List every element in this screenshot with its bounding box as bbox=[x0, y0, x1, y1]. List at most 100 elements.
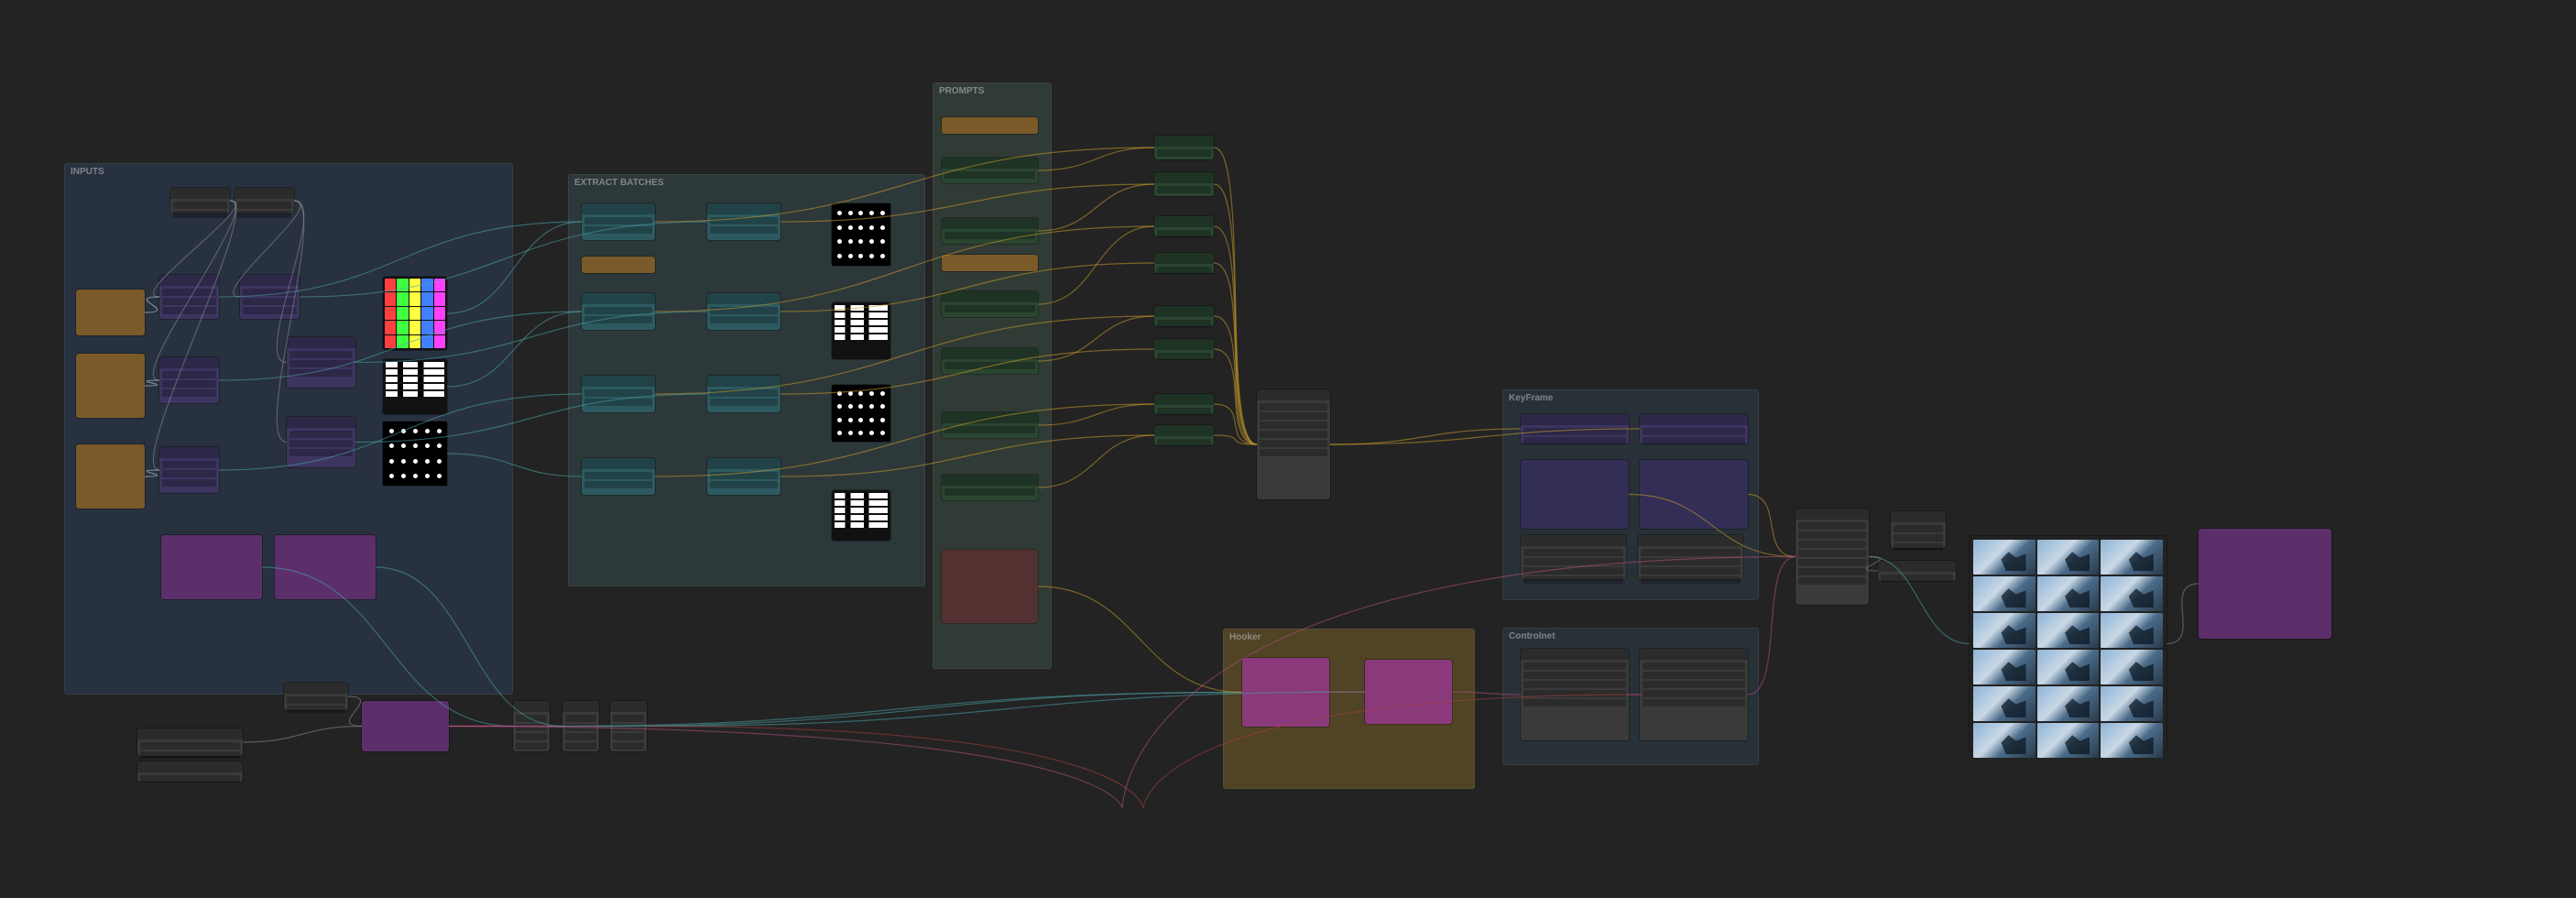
node-n_kf_b2[interactable] bbox=[1640, 460, 1748, 529]
node-widget[interactable] bbox=[1643, 437, 1745, 444]
node-n_low_c[interactable] bbox=[610, 701, 647, 751]
output-thumbnail[interactable] bbox=[2101, 613, 2163, 648]
node-header[interactable] bbox=[1891, 511, 1946, 522]
node-n_mid_t8[interactable] bbox=[1154, 425, 1214, 445]
node-widget[interactable] bbox=[710, 217, 778, 224]
node-widget[interactable] bbox=[1641, 567, 1741, 575]
node-n_mid_t2[interactable] bbox=[1154, 172, 1214, 196]
node-header[interactable] bbox=[582, 376, 655, 387]
node-widget[interactable] bbox=[1157, 186, 1211, 193]
node-widget[interactable] bbox=[162, 461, 216, 468]
node-widget[interactable] bbox=[162, 289, 216, 296]
node-header[interactable] bbox=[513, 701, 550, 712]
node-widget[interactable] bbox=[289, 369, 353, 377]
node-widget[interactable] bbox=[710, 389, 778, 397]
node-n_proc_a3[interactable] bbox=[159, 447, 219, 493]
node-n_ex_a5[interactable] bbox=[582, 458, 655, 495]
node-n_kf_t2[interactable] bbox=[1640, 414, 1748, 444]
node-widget[interactable] bbox=[1260, 403, 1327, 411]
node-n_proc_b3[interactable] bbox=[287, 417, 355, 467]
node-widget[interactable] bbox=[1798, 550, 1866, 557]
node-n_bottom_4[interactable] bbox=[362, 701, 449, 751]
node-widget[interactable] bbox=[1881, 575, 1953, 582]
node-n_hook_a[interactable] bbox=[1242, 658, 1329, 727]
output-thumbnail[interactable] bbox=[2037, 650, 2100, 684]
node-widget[interactable] bbox=[944, 426, 1035, 433]
node-header[interactable] bbox=[942, 291, 1038, 302]
node-widget[interactable] bbox=[516, 742, 547, 750]
node-widget[interactable] bbox=[1260, 449, 1327, 456]
node-widget[interactable] bbox=[1798, 522, 1866, 530]
node-widget[interactable] bbox=[1798, 559, 1866, 566]
node-n_mask_src2[interactable] bbox=[76, 354, 145, 418]
node-widget[interactable] bbox=[173, 202, 227, 209]
node-header[interactable] bbox=[1154, 306, 1214, 317]
node-widget[interactable] bbox=[1157, 439, 1211, 446]
node-widget[interactable] bbox=[243, 307, 297, 314]
node-widget[interactable] bbox=[289, 449, 353, 456]
node-widget[interactable] bbox=[162, 307, 216, 314]
node-n_prompt_btn[interactable] bbox=[942, 117, 1038, 134]
node-widget[interactable] bbox=[584, 472, 652, 479]
node-n_proc_a1[interactable] bbox=[159, 275, 219, 319]
node-n_prompt_4[interactable] bbox=[942, 348, 1038, 374]
node-n_mid_t4[interactable] bbox=[1154, 253, 1214, 273]
node-header[interactable] bbox=[1154, 339, 1214, 350]
node-header[interactable] bbox=[582, 293, 655, 304]
node-widget[interactable] bbox=[162, 298, 216, 305]
node-widget[interactable] bbox=[565, 715, 596, 722]
node-widget[interactable] bbox=[1523, 558, 1623, 565]
output-thumbnail[interactable] bbox=[1973, 650, 2036, 684]
node-n_prompt_big[interactable] bbox=[942, 550, 1038, 623]
node-header[interactable] bbox=[1521, 535, 1626, 546]
node-widget[interactable] bbox=[162, 380, 216, 388]
node-widget[interactable] bbox=[1157, 408, 1211, 415]
node-n_final[interactable] bbox=[2199, 529, 2331, 639]
node-widget[interactable] bbox=[1157, 267, 1211, 274]
node-widget[interactable] bbox=[1798, 541, 1866, 548]
node-widget[interactable] bbox=[1643, 690, 1745, 697]
node-header[interactable] bbox=[1521, 649, 1629, 660]
node-n_prompt_6[interactable] bbox=[942, 475, 1038, 500]
output-thumbnail[interactable] bbox=[1973, 686, 2036, 721]
node-header[interactable] bbox=[240, 275, 300, 286]
node-n_low_a[interactable] bbox=[513, 701, 550, 751]
node-widget[interactable] bbox=[710, 226, 778, 234]
node-widget[interactable] bbox=[710, 481, 778, 488]
node-n_mid_t5[interactable] bbox=[1154, 306, 1214, 326]
node-graph-canvas[interactable]: INPUTSEXTRACT BATCHESPROMPTSHookerKeyFra… bbox=[0, 0, 2576, 898]
node-widget[interactable] bbox=[710, 316, 778, 323]
node-widget[interactable] bbox=[584, 316, 652, 323]
node-widget[interactable] bbox=[287, 696, 345, 704]
node-widget[interactable] bbox=[1643, 681, 1745, 688]
node-n_prompt_1[interactable] bbox=[942, 158, 1038, 183]
node-widget[interactable] bbox=[565, 742, 596, 750]
node-n_kf_b1[interactable] bbox=[1521, 460, 1629, 529]
node-n_mid_t6[interactable] bbox=[1154, 339, 1214, 359]
output-thumbnail[interactable] bbox=[2037, 613, 2100, 648]
node-widget[interactable] bbox=[1523, 437, 1626, 444]
node-widget[interactable] bbox=[944, 305, 1035, 312]
node-header[interactable] bbox=[562, 701, 599, 712]
node-widget[interactable] bbox=[1157, 320, 1211, 327]
node-widget[interactable] bbox=[289, 351, 353, 358]
node-widget[interactable] bbox=[1260, 431, 1327, 438]
node-n_ex_prev4[interactable] bbox=[832, 490, 890, 541]
node-widget[interactable] bbox=[565, 724, 596, 731]
output-thumbnail[interactable] bbox=[2037, 576, 2100, 611]
node-widget[interactable] bbox=[1260, 412, 1327, 420]
node-widget[interactable] bbox=[1523, 428, 1626, 435]
node-widget[interactable] bbox=[289, 440, 353, 447]
node-widget[interactable] bbox=[1157, 353, 1211, 360]
node-widget[interactable] bbox=[289, 360, 353, 367]
node-n_ex_b2[interactable] bbox=[707, 293, 780, 330]
node-n_low_b[interactable] bbox=[562, 701, 599, 751]
node-header[interactable] bbox=[1154, 216, 1214, 227]
node-widget[interactable] bbox=[1894, 543, 1943, 551]
node-widget[interactable] bbox=[1643, 699, 1745, 706]
node-header[interactable] bbox=[942, 218, 1038, 229]
node-widget[interactable] bbox=[1523, 672, 1626, 679]
node-widget[interactable] bbox=[237, 202, 291, 209]
node-n_proc_b2[interactable] bbox=[287, 337, 355, 388]
node-widget[interactable] bbox=[584, 399, 652, 406]
